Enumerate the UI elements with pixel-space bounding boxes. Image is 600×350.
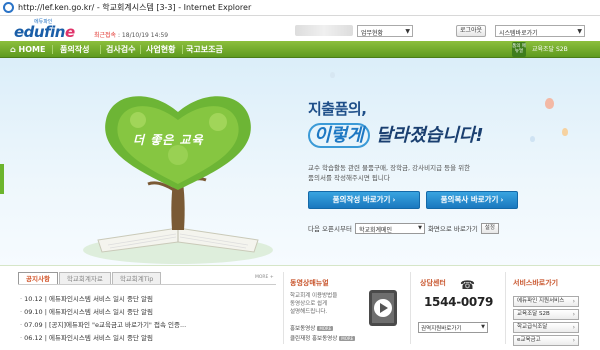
tab-accounting-tip[interactable]: 학교회계Tip (111, 272, 162, 284)
play-video-icon[interactable] (365, 288, 401, 332)
last-login: 최근접속 : 18/10/19 14:59 (94, 32, 169, 39)
telephone-icon: ☎ (460, 278, 475, 292)
system-shortcut-select[interactable]: 시스템바로가기 ▼ (495, 25, 585, 37)
copy-shortcut-button[interactable]: 품의복사 바로가기 › (426, 191, 518, 209)
nav-project-status[interactable]: 사업현황 (146, 41, 175, 58)
start-page-select[interactable]: 학교회계메인 ▼ (354, 222, 425, 234)
notice-tabs: 공지사항 학교회계자료 학교회계Tip (18, 272, 162, 284)
user-name-redacted (295, 25, 353, 36)
chevron-right-icon: › (500, 196, 504, 204)
balloon-icon (330, 72, 335, 78)
chevron-right-icon: › (572, 311, 575, 318)
notice-more-link[interactable]: MORE + (255, 275, 274, 280)
list-item[interactable]: · 09.10 | 에듀파인시스템 서비스 일시 중단 알림 (20, 306, 153, 316)
set-button[interactable]: 설정 (480, 222, 499, 234)
tree-book-illustration (83, 96, 273, 264)
nav-s2b-link[interactable]: 교육조달 S2B (532, 41, 568, 58)
chevron-right-icon: › (392, 196, 396, 204)
nav-inspection[interactable]: 검사검수 (106, 41, 135, 58)
browser-icon (3, 2, 14, 13)
chevron-down-icon: ▼ (481, 324, 485, 330)
window-title-bar: http://lef.ken.go.kr/ - 학교회계시스템 [3-3] - … (0, 0, 600, 16)
promo-video-link[interactable]: 홍보동영상 MORE (290, 324, 334, 332)
video-manual-desc: 학교회계 이용방법을 동영상으로 쉽게 설명해드립니다. (290, 293, 338, 315)
service-link-ebank[interactable]: e교육금고 › (513, 335, 579, 346)
hero-subtitle: 이렇게 달라졌습니다! (308, 121, 484, 148)
service-shortcut-title: 서비스바로가기 (513, 279, 559, 287)
tab-notice[interactable]: 공지사항 (18, 272, 58, 284)
chevron-right-icon: › (572, 298, 575, 305)
list-item[interactable]: · 10.12 | 에듀파인시스템 서비스 일시 중단 알림 (20, 293, 153, 303)
balloon-icon (562, 128, 568, 136)
support-center-title: 상담센터 (420, 279, 446, 287)
tree-caption: 더 좋은 교육 (133, 133, 204, 147)
nav-draft[interactable]: 품의작성 (60, 41, 89, 58)
support-phone: 1544-0079 (424, 295, 494, 309)
window-title: http://lef.ken.go.kr/ - 학교회계시스템 [3-3] - … (18, 3, 252, 12)
bottom-panels: 공지사항 학교회계자료 학교회계Tip MORE + · 10.12 | 에듀파인… (0, 265, 600, 350)
draft-shortcut-button[interactable]: 품의작성 바로가기 › (308, 191, 420, 209)
manual-badge[interactable]: 품의 매뉴얼 (512, 42, 526, 57)
hero-banner: 더 좋은 교육 지출품의, 이렇게 달라졌습니다! 교수 학습활동 관련 물품구… (0, 58, 600, 265)
work-status-select[interactable]: 업무현황 ▼ (357, 25, 413, 37)
service-link-meal[interactable]: 학교급식조달 › (513, 322, 579, 333)
video-manual-title: 동영상매뉴얼 (290, 279, 329, 287)
main-nav: ⌂ HOME 품의작성 검사검수 사업현황 국고보조금 품의 매뉴얼 교육조달 … (0, 41, 600, 58)
hero-title: 지출품의, (308, 100, 367, 118)
side-tab[interactable] (0, 164, 4, 194)
balloon-icon (545, 98, 554, 109)
region-support-select[interactable]: 권역지원바로가기 ▼ (418, 322, 488, 333)
service-link-edufine[interactable]: 에듀파인 지원서비스 › (513, 296, 579, 307)
balloon-icon (530, 136, 535, 142)
logo-text: edufine (14, 23, 75, 41)
chevron-down-icon: ▼ (405, 28, 410, 35)
chevron-right-icon: › (572, 324, 575, 331)
tab-accounting-data[interactable]: 학교회계자료 (58, 272, 111, 284)
service-link-s2b[interactable]: 교육조달 S2B › (513, 309, 579, 320)
nav-subsidy[interactable]: 국고보조금 (186, 41, 223, 58)
list-item[interactable]: · 06.12 | 에듀파인시스템 서비스 일시 중단 알림 (20, 332, 153, 342)
list-item[interactable]: · 07.09 | [공지]에듀파인 "e교육금고 바로가기" 접속 인증... (20, 319, 186, 329)
site-header: 에듀파인 edufine 최근접속 : 18/10/19 14:59 업무현황 ▼… (0, 17, 600, 41)
next-open-setting: 다음 오픈시부터 학교회계메인 ▼ 화면으로 바로가기 설정 (308, 222, 499, 234)
nav-home[interactable]: ⌂ HOME (10, 41, 45, 58)
logout-button[interactable]: 로그아웃 (456, 25, 486, 37)
chevron-down-icon: ▼ (577, 28, 582, 35)
clean-finance-video-link[interactable]: 클린재정 홍보동영상 MORE (290, 334, 356, 342)
hero-description: 교수 학습활동 관련 물품구매, 장학금, 강사비지급 등을 위한 품의서를 작… (308, 164, 471, 182)
chevron-down-icon: ▼ (418, 224, 422, 231)
chevron-right-icon: › (572, 337, 575, 344)
